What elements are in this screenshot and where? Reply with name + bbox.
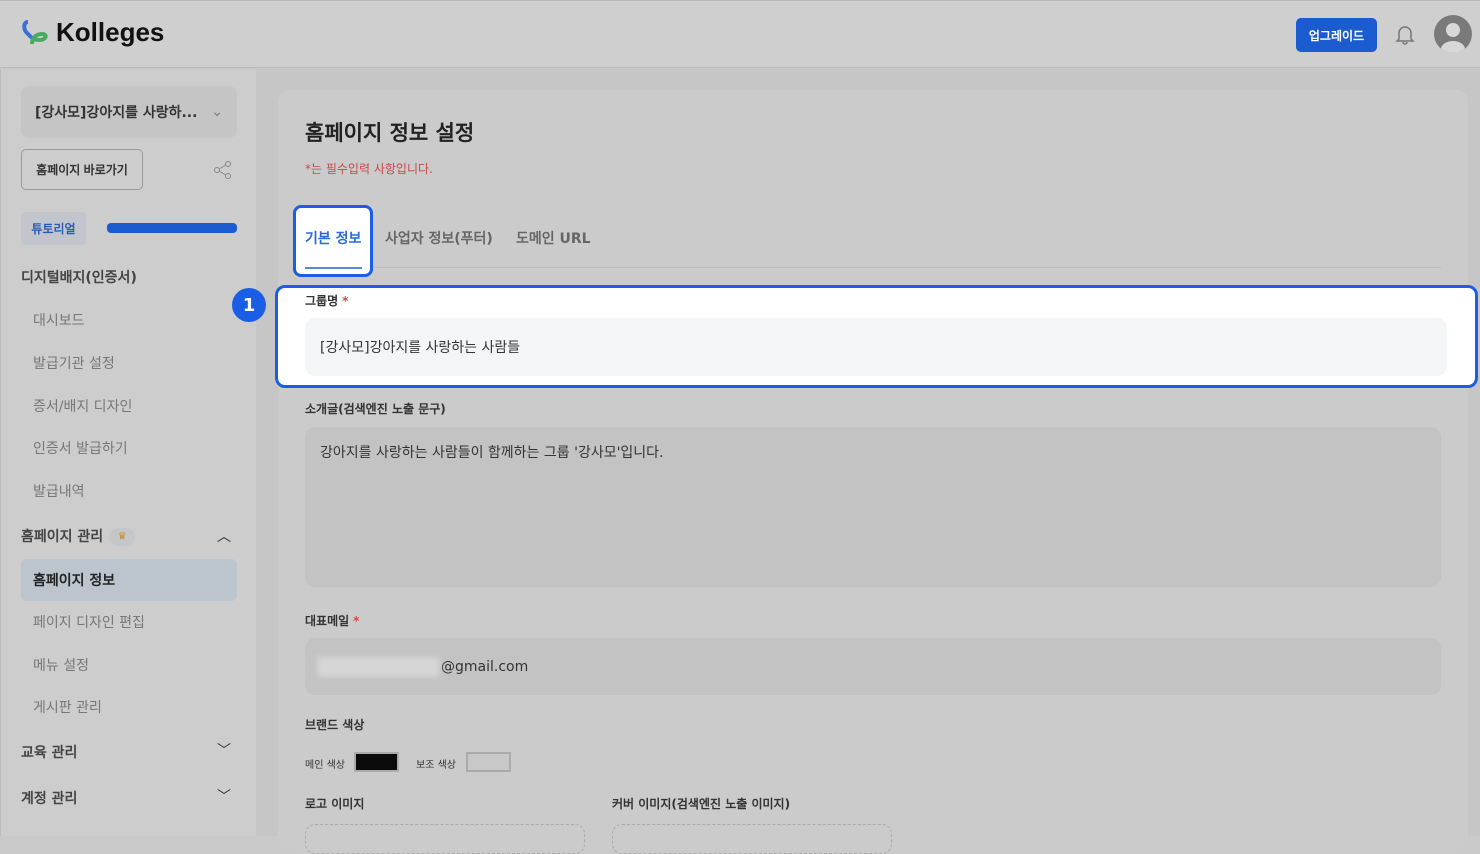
page-title: 홈페이지 정보 설정 [305,121,475,145]
sidebar-item-issuer-settings[interactable]: 발급기관 설정 [33,353,115,373]
user-avatar[interactable] [1434,15,1472,53]
tab-basic-info[interactable]: 기본 정보 [293,205,373,277]
tab-label: 기본 정보 [305,231,362,247]
logo-image-label: 로고 이미지 [305,797,365,811]
upgrade-button[interactable]: 업그레이드 [1296,18,1377,52]
group-selector[interactable]: [강사모]강아지를 사랑하... ⌄ [21,86,237,138]
main-color-label: 메인 색상 [305,760,345,771]
tabs-divider [305,267,1441,268]
brand-logo[interactable]: Kolleges [20,17,164,48]
top-header: Kolleges 업그레이드 [0,0,1480,68]
sidebar-item-menu-settings[interactable]: 메뉴 설정 [33,655,89,675]
sidebar-item-board-management[interactable]: 게시판 관리 [33,697,102,717]
email-input[interactable]: @gmail.com [305,638,1441,695]
user-icon [1441,23,1465,53]
email-label: 대표메일 * [305,612,359,629]
sidebar-item-issue-history[interactable]: 발급내역 [33,481,85,501]
redacted-text [317,656,439,677]
sub-color-label: 보조 색상 [416,760,456,771]
required-mark: * [342,294,349,308]
tab-domain-url[interactable]: 도메인 URL [516,228,591,248]
brand-name: Kolleges [56,17,165,47]
homepage-shortcut-button[interactable]: 홈페이지 바로가기 [21,149,143,190]
required-mark: * [353,614,360,628]
chevron-down-icon[interactable]: ﹀ [217,786,231,806]
intro-textarea[interactable]: 강아지를 사랑하는 사람들이 함께하는 그룹 '강사모'입니다. [305,427,1441,587]
section-homepage-management[interactable]: 홈페이지 관리 ♛ [21,526,136,546]
section-education[interactable]: 교육 관리 [21,742,77,762]
email-domain: @gmail.com [441,658,529,675]
label-text: 대표메일 [305,614,350,628]
section-account[interactable]: 계정 관리 [21,788,77,808]
section-label: 홈페이지 관리 [21,529,104,545]
cover-upload-area[interactable] [612,824,892,854]
logo-upload-area[interactable] [305,824,585,854]
chevron-up-icon[interactable]: ︿ [217,526,231,546]
cover-image-label: 커버 이미지(검색엔진 노출 이미지) [612,797,791,811]
crown-icon: ♛ [109,528,136,546]
sidebar-item-dashboard[interactable]: 대시보드 [33,310,85,330]
tab-business-info[interactable]: 사업자 정보(푸터) [385,228,493,248]
group-name-input[interactable]: [강사모]강아지를 사랑하는 사람들 [305,318,1447,376]
label-text: 그룹명 [305,294,339,308]
tutorial-progress-bar [107,223,237,233]
sidebar-item-issue-certificate[interactable]: 인증서 발급하기 [33,438,128,458]
sub-color-swatch[interactable] [466,752,511,772]
required-note: *는 필수입력 사항입니다. [305,162,433,176]
sidebar-item-homepage-info[interactable]: 홈페이지 정보 [21,559,237,601]
sidebar: [강사모]강아지를 사랑하... ⌄ 홈페이지 바로가기 튜토리얼 디지털배지(인… [0,69,256,836]
bell-icon[interactable] [1394,23,1416,45]
sidebar-item-page-design[interactable]: 페이지 디자인 편집 [33,612,145,632]
chevron-down-icon[interactable]: ﹀ [217,740,231,760]
share-icon[interactable] [213,160,233,180]
sidebar-item-certificate-design[interactable]: 증서/배지 디자인 [33,396,132,416]
group-name-label: 그룹명 * [305,292,348,309]
chevron-down-icon: ⌄ [211,104,223,120]
active-tab-indicator [305,267,362,269]
brand-color-label: 브랜드 색상 [305,718,365,732]
main-color-swatch[interactable] [354,752,399,772]
tutorial-button[interactable]: 튜토리얼 [21,212,86,245]
kolleges-logo-icon [22,19,48,44]
intro-label: 소개글(검색엔진 노출 문구) [305,402,446,416]
group-selector-label: [강사모]강아지를 사랑하... [35,105,198,121]
section-digital-badge[interactable]: 디지털배지(인증서) [21,267,137,287]
step-badge: 1 [232,288,266,322]
